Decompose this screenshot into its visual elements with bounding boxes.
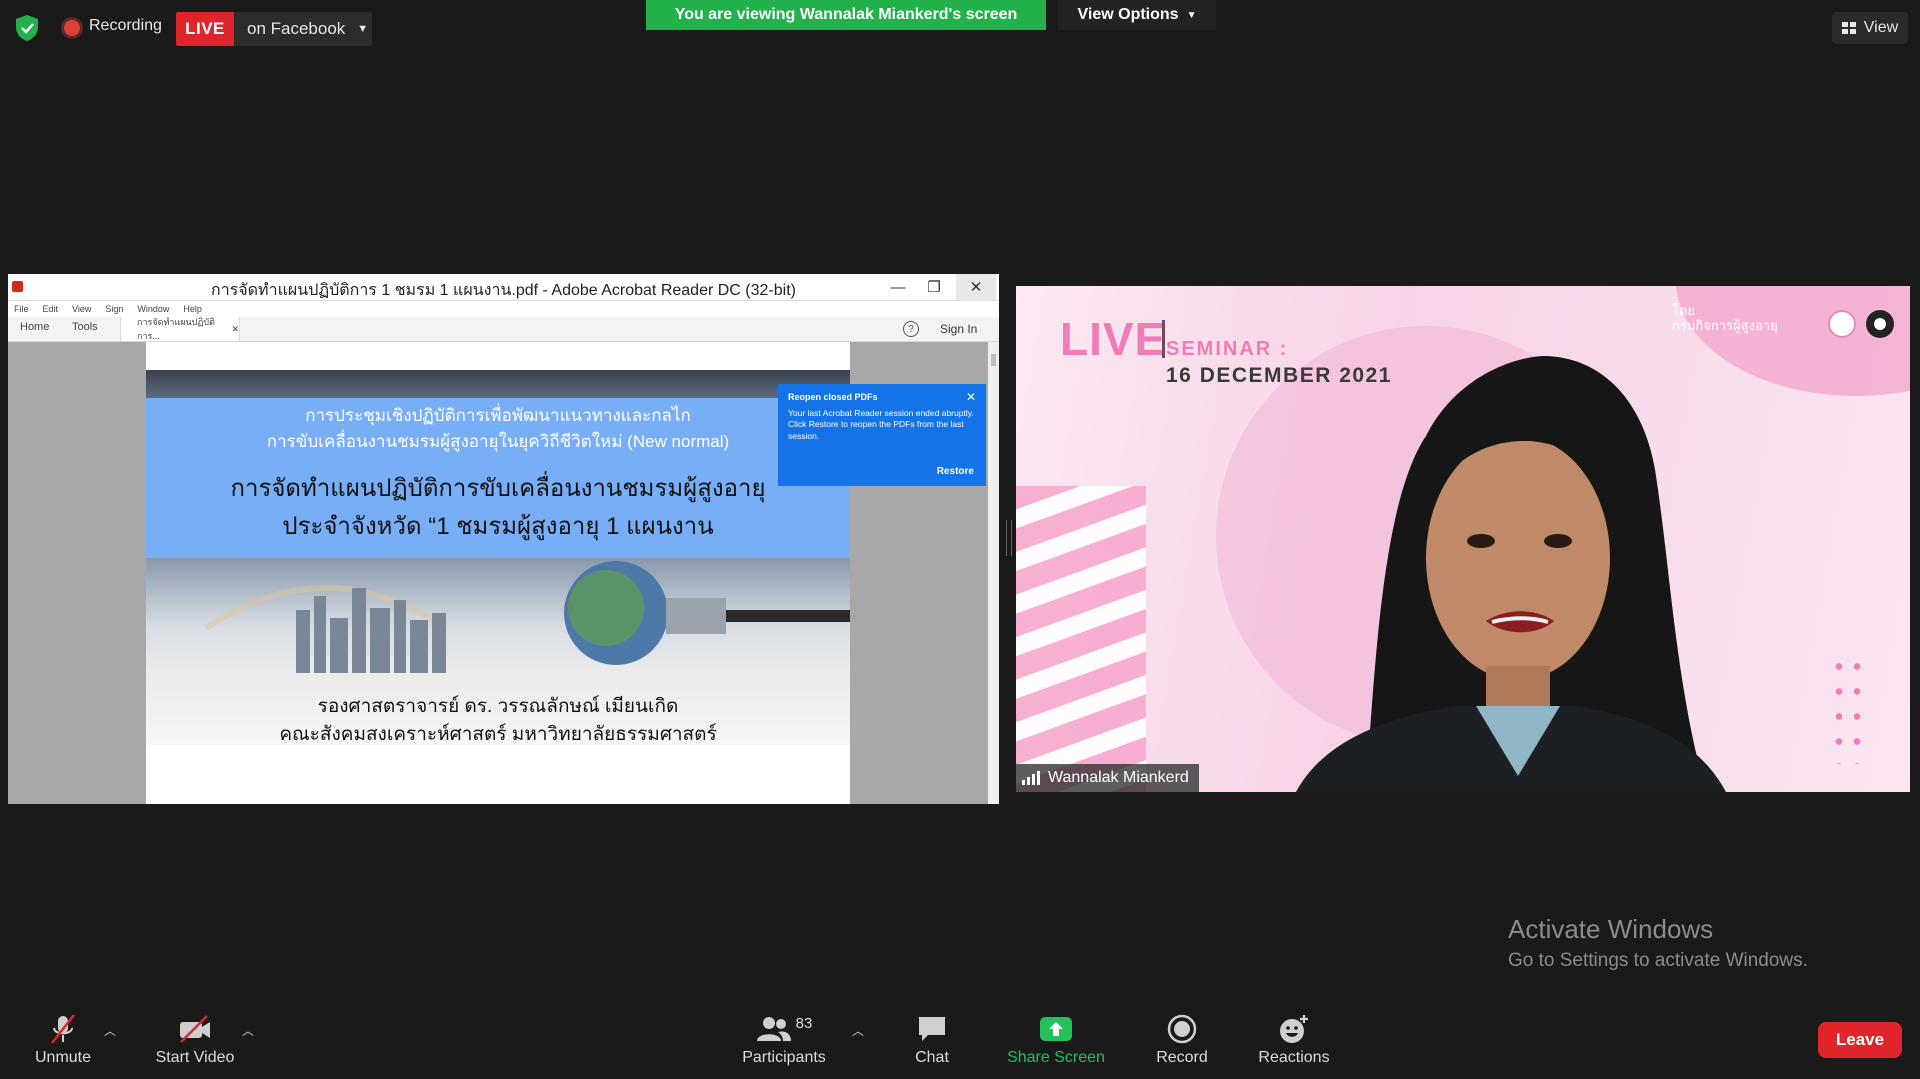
menu-edit[interactable]: Edit	[43, 304, 59, 314]
leave-meeting-button[interactable]: Leave	[1818, 1022, 1902, 1058]
menu-file[interactable]: File	[14, 304, 29, 314]
slide-city-bulb-image	[146, 558, 850, 673]
slide-author: รองศาสตราจารย์ ดร. วรรณลักษณ์ เมียนเกิด	[317, 696, 679, 717]
minimize-icon[interactable]: —	[878, 274, 918, 300]
document-tab-label: การจัดทำแผนปฏิบัติการ...	[137, 317, 215, 341]
tab-home[interactable]: Home	[20, 321, 49, 333]
recording-label[interactable]: Recording	[89, 17, 162, 35]
reactions-button[interactable]: Reactions	[1254, 1012, 1334, 1076]
menu-window[interactable]: Window	[137, 304, 169, 314]
menu-sign[interactable]: Sign	[105, 304, 123, 314]
stream-target-label: on Facebook	[247, 19, 346, 38]
activate-windows-subtitle: Go to Settings to activate Windows.	[1508, 950, 1808, 971]
participants-icon-group: 83	[749, 1012, 819, 1046]
caret-down-icon: ▼	[357, 23, 369, 35]
restore-button[interactable]: Restore	[937, 466, 974, 477]
speaker-person	[1296, 356, 1726, 792]
close-notification-icon[interactable]: ✕	[966, 390, 976, 404]
live-stream-dropdown[interactable]: on Facebook ▼	[234, 12, 372, 46]
chevron-down-icon: ▼	[1186, 9, 1197, 21]
record-label: Record	[1156, 1049, 1208, 1066]
participant-count: 83	[795, 1014, 813, 1032]
tab-document[interactable]: การจัดทำแผนปฏิบัติการ... ✕	[120, 317, 240, 341]
muted-microphone-icon	[43, 1012, 83, 1046]
video-live-text: LIVE	[1060, 313, 1167, 365]
view-options-button[interactable]: View Options ▼	[1058, 0, 1216, 30]
sign-in-link[interactable]: Sign In	[940, 322, 977, 336]
viewing-screen-banner: You are viewing Wannalak Miankerd's scre…	[646, 0, 1046, 30]
audio-options-caret-icon[interactable]: ︿	[104, 1022, 116, 1039]
speaker-video[interactable]: LIVE SEMINAR : 16 DECEMBER 2021 โดย กรมก…	[1016, 286, 1910, 792]
slide-title-band: การประชุมเชิงปฏิบัติการเพื่อพัฒนาแนวทางแ…	[146, 398, 850, 558]
participant-name: Wannalak Miankerd	[1048, 769, 1189, 786]
video-options-caret-icon[interactable]: ︿	[242, 1022, 254, 1039]
chat-label: Chat	[915, 1049, 949, 1066]
close-window-icon[interactable]: ✕	[956, 274, 996, 300]
slide-footer: รองศาสตราจารย์ ดร. วรรณลักษณ์ เมียนเกิด …	[146, 673, 850, 804]
participants-options-caret-icon[interactable]: ︿	[852, 1022, 864, 1039]
slide-subtitle-line1: การประชุมเชิงปฏิบัติการเพื่อพัฒนาแนวทางแ…	[305, 406, 691, 425]
reopen-pdfs-notification: Reopen closed PDFs ✕ Your last Acrobat R…	[778, 384, 986, 486]
organization-logo	[1866, 310, 1894, 338]
activate-windows-title: Activate Windows	[1508, 914, 1714, 944]
record-button[interactable]: Record	[1150, 1012, 1214, 1076]
participants-icon	[756, 1017, 791, 1041]
grid-layout-icon	[1841, 22, 1856, 34]
tab-tools[interactable]: Tools	[72, 321, 98, 333]
live-divider	[1162, 320, 1165, 358]
pdf-page: การประชุมเชิงปฏิบัติการเพื่อพัฒนาแนวทางแ…	[146, 342, 850, 804]
participants-label: Participants	[742, 1049, 826, 1066]
restore-window-icon[interactable]: ❐	[914, 274, 954, 300]
help-icon[interactable]: ?	[903, 321, 919, 337]
video-off-icon	[175, 1012, 215, 1046]
acrobat-title-bar: การจัดทำแผนปฏิบัติการ 1 ชมรม 1 แผนงาน.pd…	[8, 274, 999, 301]
unmute-button[interactable]: Unmute	[28, 1012, 98, 1076]
shared-screen[interactable]: การจัดทำแผนปฏิบัติการ 1 ชมรม 1 แผนงาน.pd…	[8, 274, 999, 804]
live-badge: LIVE	[176, 12, 234, 46]
chat-icon	[912, 1012, 952, 1046]
share-screen-label: Share Screen	[1007, 1049, 1105, 1066]
notification-body: Your last Acrobat Reader session ended a…	[788, 408, 974, 441]
panel-splitter-handle[interactable]	[1006, 520, 1012, 556]
background-wave	[1016, 486, 1146, 792]
video-organizer: โดย กรมกิจการผู้สูงอายุ	[1672, 303, 1778, 334]
share-screen-icon	[1036, 1012, 1076, 1046]
participants-button[interactable]: 83 Participants	[738, 1012, 830, 1076]
view-button-label: View	[1863, 19, 1899, 36]
signal-strength-icon	[1022, 771, 1040, 785]
slide-affiliation: คณะสังคมสงเคราะห์ศาสตร์ มหาวิทยาลัยธรรมศ…	[279, 724, 717, 745]
pdf-scrollbar[interactable]	[988, 342, 999, 804]
recording-indicator-icon	[64, 20, 80, 36]
share-screen-button[interactable]: Share Screen	[1004, 1012, 1108, 1076]
participant-name-tag: Wannalak Miankerd	[1016, 764, 1199, 792]
decorative-dots	[1830, 654, 1866, 764]
organizer-prefix: โดย	[1672, 303, 1696, 318]
slide-title-line1: การจัดทำแผนปฏิบัติการขับเคลื่อนงานชมรมผู…	[230, 475, 766, 502]
start-video-label: Start Video	[155, 1049, 235, 1066]
view-layout-button[interactable]: View	[1832, 12, 1908, 44]
view-options-label: View Options	[1077, 6, 1179, 23]
notification-title: Reopen closed PDFs	[788, 392, 878, 402]
unmute-label: Unmute	[34, 1049, 92, 1066]
reactions-label: Reactions	[1258, 1049, 1330, 1066]
acrobat-window-title: การจัดทำแผนปฏิบัติการ 1 ชมรม 1 แผนงาน.pd…	[211, 282, 796, 299]
security-shield-icon[interactable]	[14, 14, 40, 42]
slide-title-line2: ประจำจังหวัด “1 ชมรมผู้สูงอายุ 1 แผนงาน	[282, 513, 714, 540]
start-video-button[interactable]: Start Video	[150, 1012, 240, 1076]
menu-view[interactable]: View	[72, 304, 91, 314]
organizer-name: กรมกิจการผู้สูงอายุ	[1672, 317, 1778, 333]
pdf-scroll-thumb[interactable]	[991, 354, 996, 366]
slide-header-image	[146, 370, 850, 398]
close-tab-icon[interactable]: ✕	[231, 324, 239, 335]
chat-button[interactable]: Chat	[910, 1012, 954, 1076]
slide-subtitle-line2: การขับเคลื่อนงานชมรมผู้สูงอายุในยุควิถีช…	[266, 432, 730, 451]
organization-seal-logo	[1828, 310, 1856, 338]
menu-help[interactable]: Help	[183, 304, 202, 314]
reactions-icon	[1274, 1012, 1314, 1046]
record-icon	[1162, 1012, 1202, 1046]
acrobat-tab-bar: Home Tools การจัดทำแผนปฏิบัติการ... ✕ ? …	[8, 317, 999, 342]
